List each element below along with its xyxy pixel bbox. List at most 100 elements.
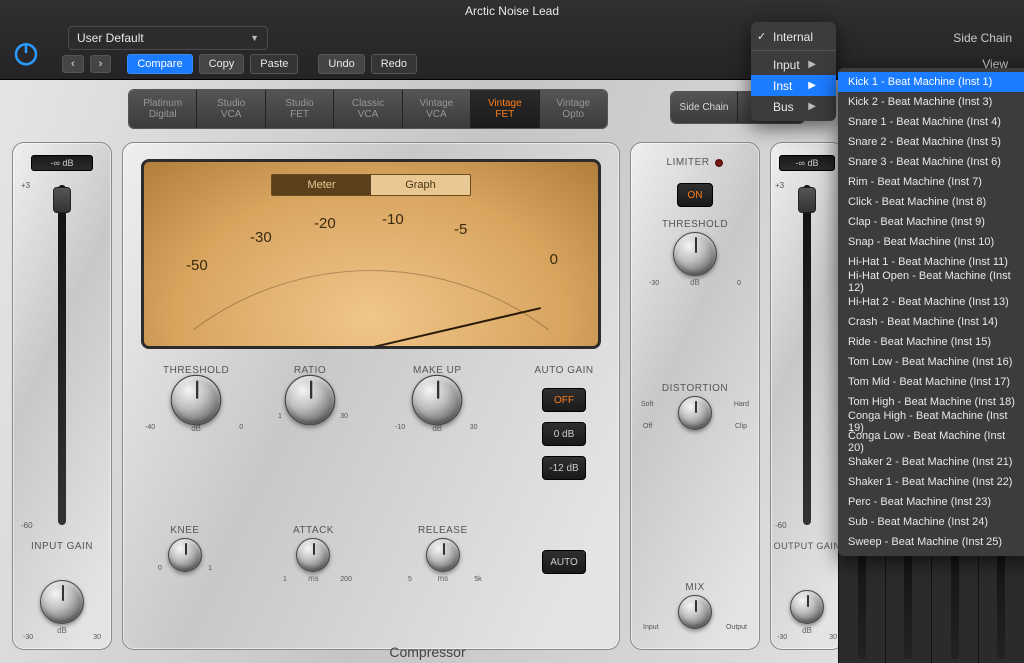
output-slider[interactable]: [798, 187, 816, 213]
chevron-right-icon: ▶: [808, 59, 816, 70]
menu-inst[interactable]: Inst▶: [751, 75, 836, 96]
vu-scale: -30: [250, 229, 272, 246]
menu-label: Input: [773, 58, 800, 72]
submenu-item[interactable]: Conga Low - Beat Machine (Inst 20): [838, 432, 1024, 452]
limiter-on-button[interactable]: ON: [677, 183, 713, 207]
knee-max: 1: [208, 565, 212, 572]
input-scale-top: +3: [21, 181, 30, 190]
autogain-neg12-button[interactable]: -12 dB: [542, 456, 586, 480]
submenu-item[interactable]: Click - Beat Machine (Inst 8): [838, 192, 1024, 212]
makeup-min: -10: [395, 424, 405, 431]
mix-output: Output: [726, 624, 747, 631]
copy-button[interactable]: Copy: [199, 54, 245, 74]
vu-scale: -50: [186, 257, 208, 274]
model-tab-vintage-vca[interactable]: VintageVCA: [403, 90, 471, 128]
preset-select[interactable]: User Default ▼: [68, 26, 268, 50]
makeup-knob[interactable]: [412, 375, 463, 426]
model-tab-vintage-fet[interactable]: VintageFET: [471, 90, 539, 128]
submenu-item[interactable]: Kick 1 - Beat Machine (Inst 1): [838, 72, 1024, 92]
submenu-item[interactable]: Sweep - Beat Machine (Inst 25): [838, 532, 1024, 552]
makeup-unit: dB: [432, 424, 442, 433]
nav-forward-button[interactable]: ›: [90, 55, 112, 73]
submenu-item[interactable]: Sub - Beat Machine (Inst 24): [838, 512, 1024, 532]
release-knob[interactable]: [426, 538, 460, 572]
submenu-item[interactable]: Perc - Beat Machine (Inst 23): [838, 492, 1024, 512]
input-knob-max: 30: [93, 634, 101, 641]
model-tab-platinum-digital[interactable]: PlatinumDigital: [129, 90, 197, 128]
lim-th-max: 0: [737, 280, 741, 287]
power-icon: [11, 38, 41, 68]
mix-knob[interactable]: [678, 595, 712, 629]
submenu-item[interactable]: Snap - Beat Machine (Inst 10): [838, 232, 1024, 252]
submenu-item[interactable]: Hi-Hat Open - Beat Machine (Inst 12): [838, 272, 1024, 292]
submenu-item[interactable]: Tom High - Beat Machine (Inst 18): [838, 392, 1024, 412]
compare-button[interactable]: Compare: [127, 54, 192, 74]
limiter-title: LIMITER: [667, 157, 710, 168]
threshold-min: -40: [145, 424, 155, 431]
chevron-down-icon: ▼: [250, 33, 259, 43]
model-tab-classic-vca[interactable]: ClassicVCA: [334, 90, 402, 128]
distortion-knob[interactable]: [678, 396, 712, 430]
threshold-unit: dB: [191, 424, 201, 433]
submenu-item[interactable]: Clap - Beat Machine (Inst 9): [838, 212, 1024, 232]
submenu-item[interactable]: Kick 2 - Beat Machine (Inst 3): [838, 92, 1024, 112]
paste-button[interactable]: Paste: [250, 54, 298, 74]
autogain-off-button[interactable]: OFF: [542, 388, 586, 412]
submenu-item[interactable]: Shaker 2 - Beat Machine (Inst 21): [838, 452, 1024, 472]
input-knob-min: -30: [23, 634, 33, 641]
menu-label: Internal: [773, 30, 813, 44]
ratio-max: 30: [340, 413, 348, 420]
submenu-item[interactable]: Hi-Hat 1 - Beat Machine (Inst 11): [838, 252, 1024, 272]
attack-min: 1: [283, 576, 287, 583]
output-scale-bottom: -60: [775, 521, 787, 530]
submenu-item[interactable]: Conga High - Beat Machine (Inst 19): [838, 412, 1024, 432]
limiter-panel: LIMITER ON THRESHOLD dB -30 0 DISTORTION…: [630, 142, 760, 650]
vu-needle-graphic: [144, 162, 598, 349]
threshold-knob[interactable]: [171, 375, 222, 426]
submenu-item[interactable]: Snare 1 - Beat Machine (Inst 4): [838, 112, 1024, 132]
knee-knob[interactable]: [168, 538, 202, 572]
input-slider[interactable]: [53, 187, 71, 213]
submenu-item[interactable]: Ride - Beat Machine (Inst 15): [838, 332, 1024, 352]
undo-button[interactable]: Undo: [318, 54, 364, 74]
submenu-item[interactable]: Tom Low - Beat Machine (Inst 16): [838, 352, 1024, 372]
input-gain-knob[interactable]: [40, 580, 84, 624]
model-tab-studio-fet[interactable]: StudioFET: [266, 90, 334, 128]
preset-name: User Default: [77, 31, 144, 45]
submenu-item[interactable]: Tom Mid - Beat Machine (Inst 17): [838, 372, 1024, 392]
autogain-0db-button[interactable]: 0 dB: [542, 422, 586, 446]
release-auto-button[interactable]: AUTO: [542, 550, 586, 574]
input-display: -∞ dB: [31, 155, 93, 171]
ratio-knob[interactable]: [285, 375, 336, 426]
output-gain-knob[interactable]: [790, 590, 824, 624]
input-scale-bottom: -60: [21, 521, 33, 530]
attack-knob[interactable]: [296, 538, 330, 572]
model-tab-studio-vca[interactable]: StudioVCA: [197, 90, 265, 128]
submenu-item[interactable]: Hi-Hat 2 - Beat Machine (Inst 13): [838, 292, 1024, 312]
redo-button[interactable]: Redo: [371, 54, 417, 74]
submenu-item[interactable]: Rim - Beat Machine (Inst 7): [838, 172, 1024, 192]
menu-input[interactable]: Input ▶: [751, 54, 836, 75]
submenu-item[interactable]: Crash - Beat Machine (Inst 14): [838, 312, 1024, 332]
sidechain-menu: ✓ Internal Input ▶ Inst▶ Bus▶: [751, 22, 836, 121]
distortion-label: DISTORTION: [662, 383, 728, 394]
mix-input: Input: [643, 624, 659, 631]
model-tab-vintage-opto[interactable]: VintageOpto: [540, 90, 607, 128]
limiter-led-icon: [715, 159, 723, 167]
power-button[interactable]: [9, 36, 43, 70]
sidechain-submenu: Kick 1 - Beat Machine (Inst 1)Kick 2 - B…: [838, 68, 1024, 556]
vu-scale: -20: [314, 215, 336, 232]
attack-max: 200: [340, 576, 352, 583]
nav-back-button[interactable]: ‹: [62, 55, 84, 73]
chevron-right-icon: ▶: [808, 101, 816, 112]
limiter-threshold-knob[interactable]: [673, 232, 717, 276]
menu-internal[interactable]: ✓ Internal: [751, 26, 836, 47]
output-scale-top: +3: [775, 181, 784, 190]
submenu-item[interactable]: Shaker 1 - Beat Machine (Inst 22): [838, 472, 1024, 492]
submenu-item[interactable]: Snare 3 - Beat Machine (Inst 6): [838, 152, 1024, 172]
menu-bus[interactable]: Bus▶: [751, 96, 836, 117]
tab-sidechain[interactable]: Side Chain: [671, 92, 738, 123]
limiter-threshold-unit: dB: [690, 278, 700, 287]
submenu-item[interactable]: Snare 2 - Beat Machine (Inst 5): [838, 132, 1024, 152]
attack-unit: ms: [308, 574, 319, 583]
